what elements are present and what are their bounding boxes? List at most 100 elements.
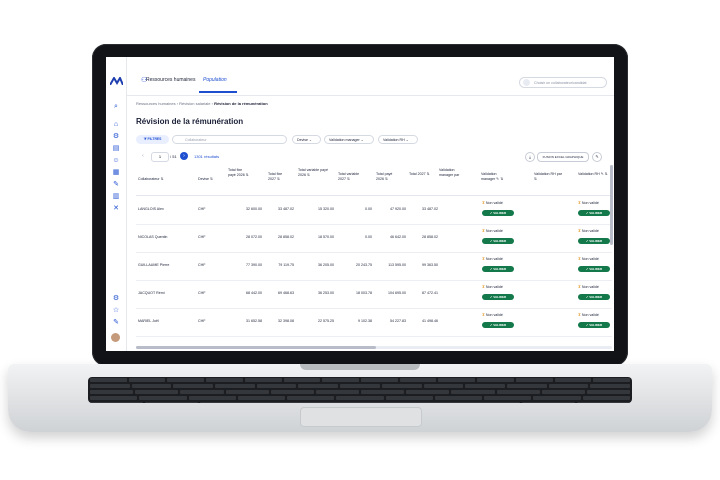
manager-validate-button[interactable]: ✓ VALIDER	[482, 238, 514, 244]
document-icon[interactable]: ▤	[112, 145, 120, 153]
cell-variable-2026: 36 253.00	[318, 291, 334, 295]
rh-status: ⧗ Non validé	[578, 256, 599, 261]
column-header[interactable]: Total variable payé 2026 ⇅	[298, 168, 328, 177]
user-avatar[interactable]	[111, 333, 120, 342]
table-row[interactable]: LANGLOIS Alex CHF 32 600.00 33 487.02 15…	[136, 196, 612, 225]
header-label: Collaborateur	[138, 177, 160, 181]
next-page-button[interactable]: ›	[180, 152, 188, 160]
active-tab-indicator	[199, 91, 237, 93]
cell-fixe-2026: 68 442.00	[246, 291, 262, 295]
cell-fixe-2026: 31 652.58	[246, 319, 262, 323]
cell-name[interactable]: MARIEL Joël	[138, 319, 159, 323]
people-icon[interactable]: ☺	[112, 157, 120, 165]
tab-population[interactable]: Population	[203, 77, 227, 83]
prev-page-button[interactable]: ‹	[139, 152, 147, 160]
table-row[interactable]: MARIEL Joël CHF 31 652.58 32 398.08 22 5…	[136, 308, 612, 337]
manager-status: ⧗ Non validé	[482, 312, 503, 317]
cell-variable-2027: 18 003.78	[356, 291, 372, 295]
dropdown-validation-manager[interactable]: Validation manager ⌄	[324, 135, 374, 144]
rh-validate-button[interactable]: ✓ VALIDER	[578, 294, 610, 300]
scroll-thumb[interactable]	[136, 346, 376, 349]
rh-validate-button[interactable]: ✓ VALIDER	[578, 238, 610, 244]
breadcrumb-current: Révision de la rémunération	[214, 101, 268, 106]
header-label: Validation RH	[578, 172, 600, 176]
dropdown-label: Validation RH	[383, 138, 405, 142]
table-row[interactable]: JACQUOT Rémi CHF 68 442.00 69 468.63 36 …	[136, 280, 612, 309]
network-icon[interactable]: ✕	[112, 205, 120, 213]
vertical-scrollbar[interactable]	[610, 165, 613, 245]
tools-icon[interactable]: ✎	[112, 181, 120, 189]
cell-total-2027: 28 858.02	[422, 235, 438, 239]
breadcrumb-item[interactable]: Révision salariale	[179, 101, 210, 106]
home-icon[interactable]: ⌂	[112, 121, 120, 129]
filter-button[interactable]: ⧩ FILTRES	[136, 135, 169, 144]
status-text: Non validé	[485, 229, 503, 233]
table-row[interactable]: NICOLAS Quentin CHF 28 072.00 28 858.02 …	[136, 224, 612, 253]
cell-name[interactable]: JACQUOT Rémi	[138, 291, 165, 295]
search-input[interactable]: Collaborateur	[172, 135, 287, 144]
cell-name[interactable]: NICOLAS Quentin	[138, 235, 167, 239]
export-excel-button[interactable]: FUSION EXCEL GRAPHIQUE	[537, 152, 589, 162]
header-label: Total variable payé 2026	[298, 168, 328, 177]
gear-icon[interactable]: ⚙	[112, 295, 120, 303]
rh-status: ⧗ Non validé	[578, 312, 599, 317]
page-title: Révision de la rémunération	[136, 117, 244, 126]
edit-icon[interactable]: ✎	[592, 152, 602, 162]
button-label: VALIDER	[589, 211, 603, 215]
search-icon[interactable]: ⌕	[112, 103, 120, 111]
cell-fixe-2026: 32 600.00	[246, 207, 262, 211]
cell-variable-2027: 9 102.38	[358, 319, 372, 323]
column-header[interactable]: Collaborateur ⇅	[138, 177, 164, 182]
breadcrumb-item[interactable]: Ressources humaines	[136, 101, 176, 106]
page-input[interactable]: 1	[151, 152, 169, 162]
column-header[interactable]: Validation manager ✎ ⇅	[481, 172, 511, 181]
column-header[interactable]: Total fixe payé 2026 ⇅	[228, 168, 250, 177]
horizontal-scrollbar[interactable]	[136, 346, 612, 349]
cell-total-2027: 41 498.46	[422, 319, 438, 323]
dropdown-devise[interactable]: Devise ⌄	[292, 135, 321, 144]
collaborator-search[interactable]: Choisir un collaborateur/candidat	[519, 77, 607, 88]
module-label[interactable]: Ressources humaines	[146, 77, 195, 83]
cell-name[interactable]: GUILLAUME Pierre	[138, 263, 169, 267]
manager-status: ⧗ Non validé	[482, 200, 503, 205]
manager-status: ⧗ Non validé	[482, 228, 503, 233]
rh-validate-button[interactable]: ✓ VALIDER	[578, 266, 610, 272]
column-header[interactable]: Total fixe 2027 ⇅	[268, 172, 288, 181]
header-label: Total 2027	[409, 172, 426, 176]
dropdown-validation-rh[interactable]: Validation RH ⌄	[378, 135, 418, 144]
star-icon[interactable]: ☆	[112, 307, 120, 315]
compensation-table: Collaborateur ⇅ Devise ⇅ Total fixe payé…	[136, 165, 612, 351]
column-header[interactable]: Total 2027 ⇅	[409, 172, 431, 177]
status-text: Non validé	[581, 313, 599, 317]
cell-name[interactable]: LANGLOIS Alex	[138, 207, 164, 211]
manager-validate-button[interactable]: ✓ VALIDER	[482, 294, 514, 300]
cell-fixe-2027: 79 119.75	[278, 263, 294, 267]
column-header[interactable]: Total payé 2026 ⇅	[376, 172, 398, 181]
page-total: / 51	[170, 154, 177, 159]
rh-validate-button[interactable]: ✓ VALIDER	[578, 322, 610, 328]
download-icon[interactable]: ⤓	[525, 152, 535, 162]
laptop-keyboard	[88, 377, 632, 403]
calendar-icon[interactable]: ▦	[112, 169, 120, 177]
button-label: VALIDER	[589, 239, 603, 243]
column-header[interactable]: Validation RH par ⇅	[534, 172, 564, 181]
column-header[interactable]: Total variable 2027 ⇅	[338, 172, 368, 181]
column-header[interactable]: Devise ⇅	[198, 177, 213, 182]
status-text: Non validé	[581, 229, 599, 233]
settings-icon[interactable]: ⚙	[112, 133, 120, 141]
rh-validate-button[interactable]: ✓ VALIDER	[578, 210, 610, 216]
manager-validate-button[interactable]: ✓ VALIDER	[482, 322, 514, 328]
breadcrumb: Ressources humaines › Révision salariale…	[136, 101, 268, 106]
column-header[interactable]: Validation RH ✎ ⇅	[578, 172, 608, 177]
header-label: Validation manager par	[439, 168, 460, 177]
cell-variable-2027: 0.00	[365, 235, 372, 239]
manager-validate-button[interactable]: ✓ VALIDER	[482, 210, 514, 216]
chart-icon[interactable]: ▥	[112, 193, 120, 201]
table-row[interactable]: GUILLAUME Pierre CHF 77 390.00 79 119.75…	[136, 252, 612, 281]
manager-validate-button[interactable]: ✓ VALIDER	[482, 266, 514, 272]
laptop-hinge	[300, 364, 420, 370]
column-header[interactable]: Validation manager par	[439, 168, 467, 177]
cell-devise: CHF	[198, 291, 206, 295]
cell-fixe-2027: 28 858.02	[278, 235, 294, 239]
wrench-icon[interactable]: ✎	[112, 319, 120, 327]
